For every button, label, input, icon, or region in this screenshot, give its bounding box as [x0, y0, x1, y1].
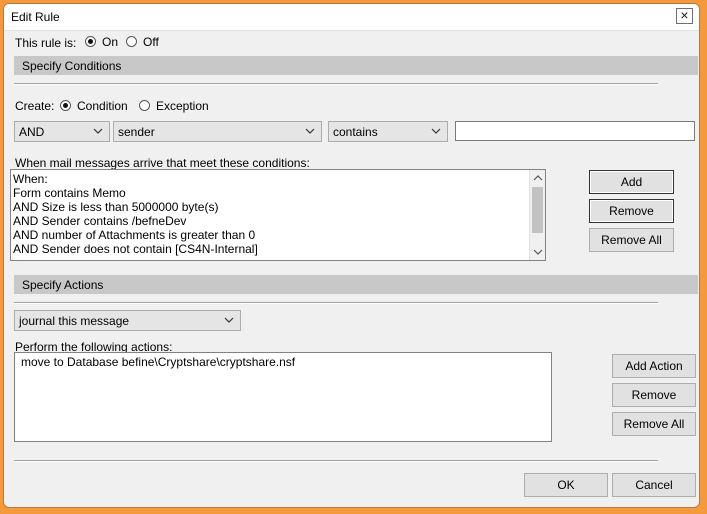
- create-condition-radio[interactable]: [60, 100, 71, 111]
- chevron-down-icon: [224, 317, 234, 323]
- comparison-value: contains: [333, 125, 378, 139]
- conditions-scroll-thumb[interactable]: [532, 187, 543, 233]
- conditions-list-label: When mail messages arrive that meet thes…: [15, 156, 310, 170]
- list-item[interactable]: AND number of Attachments is greater tha…: [11, 228, 545, 242]
- conditions-scrollbar[interactable]: [529, 170, 545, 260]
- create-label: Create:: [15, 99, 55, 113]
- list-item[interactable]: When:: [11, 172, 545, 186]
- footer-divider: [14, 460, 658, 462]
- condition-value-input[interactable]: [455, 121, 695, 141]
- close-icon: ×: [680, 7, 689, 23]
- action-select[interactable]: journal this message: [14, 310, 241, 331]
- list-item[interactable]: AND Size is less than 5000000 byte(s): [11, 200, 545, 214]
- rule-off-radio[interactable]: [126, 36, 137, 47]
- remove-all-actions-button[interactable]: Remove All: [612, 412, 696, 436]
- add-action-button[interactable]: Add Action: [612, 354, 696, 378]
- actions-section-header: Specify Actions: [14, 275, 698, 294]
- conditions-section-header: Specify Conditions: [14, 56, 698, 75]
- window-title: Edit Rule: [11, 10, 60, 24]
- field-value: sender: [118, 125, 155, 139]
- add-condition-button[interactable]: Add: [589, 170, 674, 194]
- create-exception-radio[interactable]: [139, 100, 150, 111]
- field-select[interactable]: sender: [113, 121, 322, 142]
- create-condition-label[interactable]: Condition: [77, 99, 128, 113]
- list-item[interactable]: AND Sender does not contain [CS4N-Intern…: [11, 242, 545, 256]
- action-value: journal this message: [19, 314, 130, 328]
- actions-divider: [14, 302, 658, 304]
- operator-select[interactable]: AND: [14, 121, 110, 142]
- scroll-down-icon[interactable]: [533, 248, 543, 256]
- conditions-section-title: Specify Conditions: [22, 59, 122, 73]
- conditions-divider: [14, 83, 658, 85]
- actions-section-title: Specify Actions: [22, 278, 104, 292]
- remove-action-button[interactable]: Remove: [612, 383, 696, 407]
- cancel-button[interactable]: Cancel: [612, 473, 696, 497]
- actions-list[interactable]: move to Database befine\Cryptshare\crypt…: [14, 352, 552, 442]
- chevron-down-icon: [431, 128, 441, 134]
- edit-rule-dialog: Edit Rule × This rule is: On Off Specify…: [3, 3, 700, 508]
- ok-button[interactable]: OK: [524, 473, 608, 497]
- rule-off-label[interactable]: Off: [143, 35, 159, 49]
- list-item[interactable]: move to Database befine\Cryptshare\crypt…: [19, 355, 551, 369]
- remove-condition-button[interactable]: Remove: [589, 199, 674, 223]
- operator-value: AND: [19, 125, 45, 139]
- rule-on-label[interactable]: On: [102, 35, 118, 49]
- conditions-list[interactable]: When: Form contains Memo AND Size is les…: [10, 169, 546, 261]
- list-item[interactable]: AND Sender contains /befneDev: [11, 214, 545, 228]
- close-button[interactable]: ×: [676, 8, 693, 24]
- rule-status-label: This rule is:: [15, 36, 77, 50]
- list-item[interactable]: Form contains Memo: [11, 186, 545, 200]
- rule-on-radio[interactable]: [85, 36, 96, 47]
- title-bar: Edit Rule ×: [4, 4, 699, 31]
- chevron-down-icon: [93, 128, 103, 134]
- scroll-up-icon[interactable]: [533, 174, 543, 182]
- comparison-select[interactable]: contains: [328, 121, 448, 142]
- create-exception-label[interactable]: Exception: [156, 99, 209, 113]
- chevron-down-icon: [305, 128, 315, 134]
- remove-all-conditions-button[interactable]: Remove All: [589, 228, 674, 252]
